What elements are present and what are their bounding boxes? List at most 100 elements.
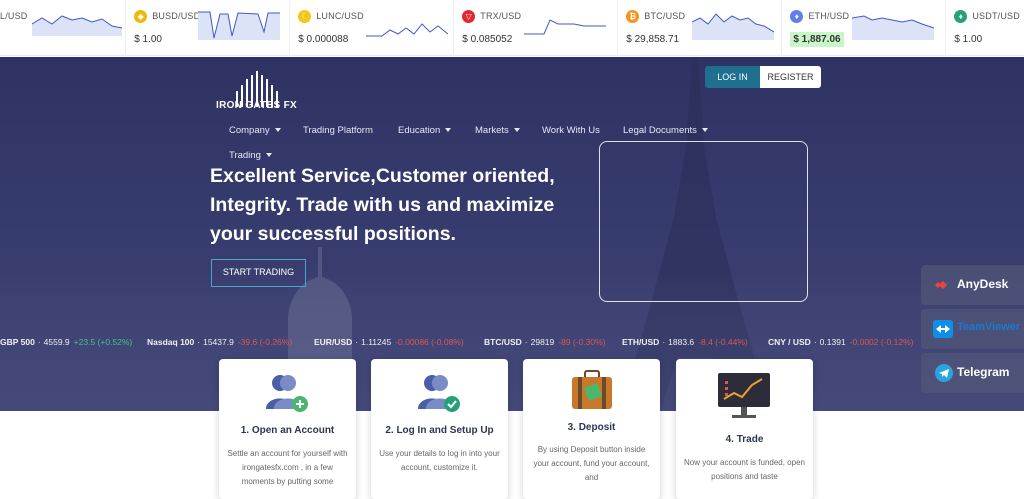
nav-label: Education [398,125,441,136]
market-name: GBP 500 [0,337,35,347]
anydesk-label: AnyDesk [957,277,1009,291]
telegram-label: Telegram [957,365,1010,379]
hero-section: IRON GATES FX LOG IN REGISTER Company Tr… [0,57,1024,411]
market-name: ETH/USD [622,337,660,347]
step-card[interactable]: 2. Log In and Setup Up Use your details … [371,359,508,499]
ticker-pair: TRX/USD [480,11,522,21]
sparkline [524,19,607,35]
lunc-icon: ☾ [298,10,312,23]
market-item[interactable]: ETH/USD · 1883.6 -8.4 (-0.44%) [622,337,748,347]
market-item[interactable]: EUR/USD · 1.11245 -0.00086 (-0.08%) [314,337,464,347]
busd-icon: ◆ [134,10,148,23]
ticker-price: $ 0.085052 [462,34,513,45]
market-change: -89 (-0.30%) [558,337,606,347]
btc-icon: ₿ [626,10,640,23]
market-value: 29819 [530,337,555,347]
nav-label: Company [229,125,270,136]
telegram-icon [935,364,953,382]
ticker-pair: BTC/USD [644,11,686,21]
register-button[interactable]: REGISTER [760,66,821,88]
market-item[interactable]: BTC/USD · 29819 -89 (-0.30%) [484,337,606,347]
sparkline [692,13,775,40]
brand-name: IRON GATES FX [216,100,297,111]
ticker-price: $ 1,887.06 [790,32,844,47]
ticker-pair: LUNC/USD [316,11,364,21]
teamviewer-icon [933,320,953,338]
ticker-price: $ 1.00 [954,34,983,45]
step-title: 3. Deposit [567,422,616,433]
market-value: 4559.9 [43,337,70,347]
step-title: 4. Trade [725,434,764,445]
step-description: Now your account is funded, open positio… [684,458,805,481]
ticker-item[interactable]: ♦ ETH/USD $ 1,887.06 [782,0,947,56]
market-item[interactable]: CNY / USD · 0.1391 -0.0002 (-0.12%) [768,337,913,347]
ticker-pair: BUSD/USD [152,11,201,21]
market-item[interactable]: GBP 500 · 4559.9 +23.5 (+0.52%) [0,337,132,347]
ticker-item[interactable]: L/USD [0,0,127,56]
ticker-price: $ 0.000088 [298,34,349,45]
step-description: By using Deposit button inside your acco… [533,445,650,482]
market-name: Nasdaq 100 [147,337,195,347]
sparkline [852,15,935,40]
suitcase-money-icon [572,370,612,409]
nav-work-with-us[interactable]: Work With Us [542,125,600,136]
market-value: 1883.6 [668,337,695,347]
step-title: 2. Log In and Setup Up [385,425,494,436]
teamviewer-button[interactable]: TeamViewer [921,309,1024,349]
nav-trading-platform[interactable]: Trading Platform [303,125,373,136]
caret-down-icon [274,128,281,133]
anydesk-button[interactable]: AnyDesk [921,265,1024,305]
chart-monitor-icon [718,373,770,418]
ticker-pair: USDT/USD [972,11,1020,21]
ticker-item[interactable]: ☾ LUNC/USD $ 0.000088 [290,0,455,56]
nav-label: Work With Us [542,125,600,136]
verified-user-icon [418,375,460,412]
market-change: -0.0002 (-0.12%) [849,337,914,347]
step-card[interactable]: 4. Trade Now your account is funded, ope… [676,359,813,499]
ticker-item[interactable]: ▽ TRX/USD $ 0.085052 [454,0,619,56]
market-value: 1.11245 [361,337,392,347]
ticker-price: $ 1.00 [134,34,162,45]
teamviewer-label: TeamViewer [957,321,1021,333]
market-item[interactable]: Nasdaq 100 · 15437.9 -39.6 (-0.26%) [147,337,292,347]
start-trading-button[interactable]: START TRADING [211,259,306,287]
market-name: CNY / USD [768,337,811,347]
sparkline [198,11,281,40]
login-button[interactable]: LOG IN [705,66,760,88]
nav-trading[interactable]: Trading [229,150,272,161]
anydesk-icon [935,281,947,289]
step-card[interactable]: 1. Open an Account Settle an account for… [219,359,356,499]
nav-markets[interactable]: Markets [475,125,520,136]
nav-label: Trading [229,150,261,161]
caret-down-icon [265,153,272,158]
market-change: -39.6 (-0.26%) [237,337,293,347]
trx-icon: ▽ [462,10,476,23]
nav-label: Trading Platform [303,125,373,136]
market-name: EUR/USD [314,337,353,347]
eth-icon: ♦ [790,10,804,23]
step-description: Use your details to log in into your acc… [379,449,500,472]
nav-label: Legal Documents [623,125,697,136]
nav-label: Markets [475,125,509,136]
ticker-item[interactable]: ♦ USDT/USD $ 1.00 [946,0,1024,56]
step-description: Settle an account for yourself with iron… [227,449,348,486]
market-change: -0.00086 (-0.08%) [395,337,464,347]
sparkline [366,23,449,37]
nav-legal-documents[interactable]: Legal Documents [623,125,708,136]
ticker-item[interactable]: ◆ BUSD/USD $ 1.00 [126,0,291,56]
add-user-icon [266,375,308,412]
market-change: +23.5 (+0.52%) [73,337,133,347]
hero-headline: Excellent Service,Customer oriented, Int… [210,165,555,245]
nav-company[interactable]: Company [229,125,281,136]
ticker-item[interactable]: ₿ BTC/USD $ 29,858.71 [618,0,783,56]
telegram-button[interactable]: Telegram [921,353,1024,393]
ticker-pair: L/USD [0,11,28,21]
auth-buttons: LOG IN REGISTER [705,66,821,88]
market-value: 0.1391 [819,337,846,347]
caret-down-icon [445,128,452,133]
ticker-pair: ETH/USD [808,11,850,21]
caret-down-icon [513,128,520,133]
step-card[interactable]: 3. Deposit By using Deposit button insid… [523,359,660,499]
video-frame[interactable] [599,141,808,302]
nav-education[interactable]: Education [398,125,452,136]
